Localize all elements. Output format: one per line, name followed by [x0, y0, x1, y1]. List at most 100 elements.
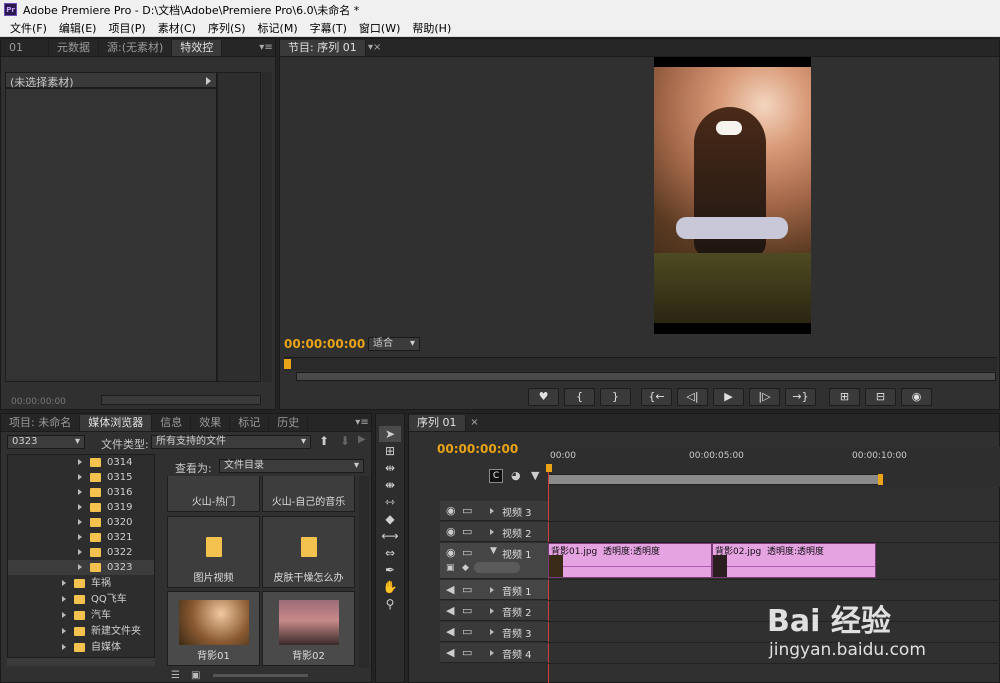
tab-sequence[interactable]: 序列 01	[409, 415, 466, 431]
menu-help[interactable]: 帮助(H)	[406, 20, 457, 36]
thumbnail-item[interactable]: 火山-自己的音乐	[262, 476, 355, 512]
expand-arrow-icon[interactable]	[78, 534, 82, 540]
expand-arrow-icon[interactable]	[78, 489, 82, 495]
add-marker-icon[interactable]: ◕	[511, 469, 521, 482]
track-video-1[interactable]: ◉ ▭ ▼ 视频 1 ▣ ◆	[440, 543, 548, 579]
track-select-tool-icon[interactable]: ⊞	[379, 443, 401, 459]
step-back-button[interactable]: ◁|	[677, 388, 708, 406]
opacity-line[interactable]	[727, 566, 875, 567]
menu-clip[interactable]: 素材(C)	[152, 20, 202, 36]
menu-project[interactable]: 项目(P)	[102, 20, 151, 36]
opacity-line[interactable]	[563, 566, 711, 567]
tree-item[interactable]: 0320	[78, 515, 132, 530]
playhead-handle-icon[interactable]	[546, 464, 552, 472]
tab-info[interactable]: 信息	[152, 415, 192, 431]
rate-stretch-tool-icon[interactable]: ⇿	[379, 494, 401, 510]
tree-item[interactable]: 0322	[78, 545, 132, 560]
thumbnail-zoom-slider[interactable]	[213, 674, 308, 677]
video-clip[interactable]: 背影02.jpg 透明度:透明度	[712, 543, 876, 578]
file-type-dropdown[interactable]: 所有支持的文件 ▾	[151, 435, 311, 449]
menu-window[interactable]: 窗口(W)	[353, 20, 406, 36]
panel-menu-icon[interactable]: ▾≡	[257, 40, 275, 56]
icon-view-icon[interactable]: ▣	[191, 670, 200, 681]
expand-arrow-icon[interactable]	[62, 612, 66, 618]
program-zoom-bar[interactable]	[296, 372, 996, 381]
menu-marker[interactable]: 标记(M)	[252, 20, 304, 36]
tree-scrollbar[interactable]	[7, 658, 155, 666]
collapse-arrow-icon[interactable]: ▼	[490, 546, 497, 556]
tab-01[interactable]: 01	[1, 40, 49, 56]
eye-icon[interactable]: ◉	[446, 546, 456, 559]
expand-arrow-icon[interactable]	[490, 587, 494, 593]
program-time-ruler[interactable]	[284, 357, 997, 371]
add-marker-button[interactable]: ♥	[528, 388, 559, 406]
tab-metadata[interactable]: 元数据	[49, 40, 99, 56]
slip-tool-icon[interactable]: ⟷	[379, 528, 401, 544]
slide-tool-icon[interactable]: ⇔	[379, 545, 401, 561]
track-audio-1[interactable]: ◀ ▭ 音频 1	[440, 580, 548, 600]
expand-arrow-icon[interactable]	[78, 549, 82, 555]
expand-arrow-icon[interactable]	[206, 77, 211, 85]
track-video-3[interactable]: ◉ ▭ 视频 3	[440, 501, 548, 521]
timeline-close-icon[interactable]: ×	[466, 415, 484, 431]
expand-arrow-icon[interactable]	[78, 504, 82, 510]
tab-effect-controls[interactable]: 特效控	[172, 40, 223, 56]
expand-arrow-icon[interactable]	[62, 596, 66, 602]
tree-item[interactable]: 自媒体	[62, 640, 121, 655]
tree-item[interactable]: 车祸	[62, 576, 111, 591]
pen-tool-icon[interactable]: ✒	[379, 562, 401, 578]
mark-in-button[interactable]: {	[564, 388, 595, 406]
eye-icon[interactable]: ◉	[446, 525, 456, 538]
tab-project[interactable]: 项目: 未命名	[1, 415, 81, 431]
work-area-end-handle[interactable]	[878, 474, 883, 485]
extract-button[interactable]: ⊟	[865, 388, 896, 406]
mark-out-button[interactable]: }	[600, 388, 631, 406]
play-button[interactable]: ▶	[713, 388, 744, 406]
playhead-marker-icon[interactable]	[284, 359, 291, 369]
menu-sequence[interactable]: 序列(S)	[202, 20, 252, 36]
thumbnail-item[interactable]: 背影02	[262, 591, 355, 666]
timeline-ruler[interactable]: 00:00 00:00:05:00 00:00:10:00	[548, 447, 1000, 487]
tree-item[interactable]: 新建文件夹	[62, 624, 141, 639]
expand-arrow-icon[interactable]	[490, 629, 494, 635]
vertical-scrollbar[interactable]	[262, 72, 272, 382]
menu-title[interactable]: 字幕(T)	[304, 20, 353, 36]
zoom-tool-icon[interactable]: ⚲	[379, 596, 401, 612]
fit-dropdown[interactable]: 适合 ▾	[368, 337, 420, 351]
program-panel-menu-icon[interactable]: ▾×	[366, 40, 384, 56]
project-panel-menu-icon[interactable]: ▾≡	[353, 415, 371, 431]
keyframe-icon[interactable]: ◆	[462, 563, 469, 573]
speaker-icon[interactable]: ◀	[446, 604, 454, 617]
expand-arrow-icon[interactable]	[62, 628, 66, 634]
lift-button[interactable]: ⊞	[829, 388, 860, 406]
selection-tool-icon[interactable]: ➤	[379, 426, 401, 442]
hand-tool-icon[interactable]: ✋	[379, 579, 401, 595]
path-dropdown[interactable]: 0323 ▾	[7, 435, 85, 449]
tab-markers[interactable]: 标记	[230, 415, 270, 431]
thumbnail-item[interactable]: 图片视频	[167, 516, 260, 588]
go-to-in-button[interactable]: {←	[641, 388, 672, 406]
menu-file[interactable]: 文件(F)	[4, 20, 53, 36]
tab-media-browser[interactable]: 媒体浏览器	[80, 415, 153, 431]
thumbnail-item[interactable]: 火山-热门	[167, 476, 260, 512]
tab-source[interactable]: 源:(无素材)	[99, 40, 173, 56]
tree-item[interactable]: 0319	[78, 500, 132, 515]
tab-history[interactable]: 历史	[269, 415, 309, 431]
snap-icon[interactable]: C	[489, 469, 503, 483]
thumbnail-item[interactable]: 皮肤干燥怎么办	[262, 516, 355, 588]
expand-arrow-icon[interactable]	[490, 529, 494, 535]
expand-arrow-icon[interactable]	[490, 508, 494, 514]
marker-icon[interactable]: ▼	[531, 469, 539, 482]
speaker-icon[interactable]: ◀	[446, 583, 454, 596]
track-audio-4[interactable]: ◀ ▭ 音频 4	[440, 643, 548, 663]
expand-arrow-icon[interactable]	[78, 564, 82, 570]
expand-arrow-icon[interactable]	[78, 459, 82, 465]
tree-item[interactable]: 0314	[78, 455, 132, 470]
eye-icon[interactable]: ◉	[446, 504, 456, 517]
tree-item[interactable]: 0315	[78, 470, 132, 485]
nav-up-icon[interactable]: ⬆	[319, 434, 329, 448]
rolling-edit-tool-icon[interactable]: ⇼	[379, 477, 401, 493]
keyframe-nav-control[interactable]	[474, 562, 520, 573]
export-frame-button[interactable]: ◉	[901, 388, 932, 406]
display-style-icon[interactable]: ▣	[446, 563, 455, 573]
